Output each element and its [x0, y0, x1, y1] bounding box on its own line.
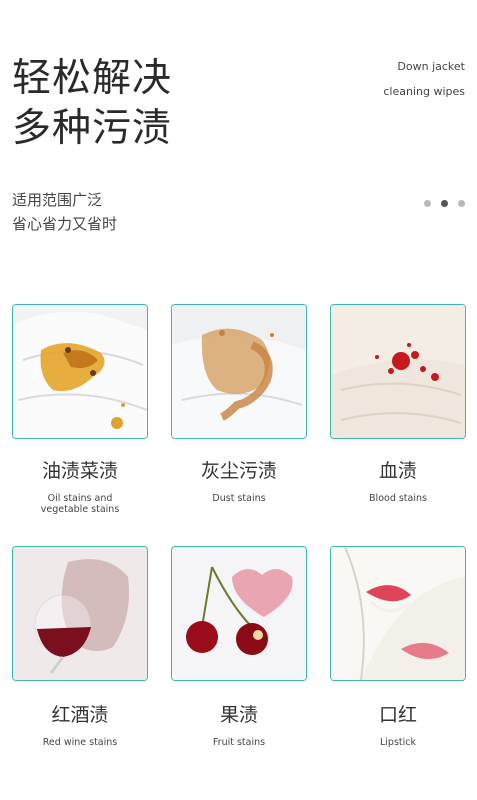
carousel-dot-1[interactable]	[424, 200, 431, 207]
lipstick-stain-image	[330, 546, 466, 681]
fruit-stain-image	[171, 546, 307, 681]
oil-stain-image	[12, 304, 148, 439]
stain-name-en: Fruit stains	[212, 737, 266, 748]
stain-label-dust: 灰尘污渍 Dust stains	[159, 459, 319, 504]
product-name-line-2: cleaning wipes	[383, 85, 465, 98]
title-line-1: 轻松解决	[12, 56, 173, 101]
page-title: 轻松解决 多种污渍	[12, 54, 172, 154]
stain-name-en: Lipstick	[379, 737, 416, 748]
stain-name-cn: 灰尘污渍	[200, 460, 277, 482]
stain-name-cn: 果渍	[219, 704, 258, 726]
stain-label-oil: 油渍菜渍 Oil stains and vegetable stains	[0, 459, 160, 515]
stain-label-red-wine: 红酒渍 Red wine stains	[0, 703, 160, 748]
stain-name-en: Dust stains	[212, 493, 266, 504]
stain-name-cn: 口红	[378, 704, 417, 726]
carousel-indicator	[424, 200, 465, 207]
stain-label-fruit: 果渍 Fruit stains	[159, 703, 319, 748]
stain-name-en-line-1: Oil stains and	[47, 493, 113, 504]
stain-name-en: Red wine stains	[42, 737, 118, 748]
stain-name-en: Blood stains	[369, 493, 427, 504]
product-name-en: Down jacket cleaning wipes	[383, 54, 465, 104]
stain-label-blood: 血渍 Blood stains	[318, 459, 477, 504]
subtitle-line-2: 省心省力又省时	[12, 215, 118, 233]
subtitle: 适用范围广泛 省心省力又省时	[12, 188, 117, 236]
stain-name-en-line-2: vegetable stains	[40, 504, 120, 515]
title-line-2: 多种污渍	[12, 106, 173, 151]
stain-name-cn: 红酒渍	[51, 704, 109, 726]
carousel-dot-3[interactable]	[458, 200, 465, 207]
stain-name-cn: 油渍菜渍	[41, 460, 118, 482]
dust-stain-image	[171, 304, 307, 439]
product-name-line-1: Down jacket	[397, 60, 465, 73]
red-wine-stain-image	[12, 546, 148, 681]
subtitle-line-1: 适用范围广泛	[12, 191, 103, 209]
carousel-dot-2-active[interactable]	[441, 200, 448, 207]
stain-name-en: Oil stains and vegetable stains	[0, 493, 160, 515]
stain-name-cn: 血渍	[378, 460, 417, 482]
blood-stain-image	[330, 304, 466, 439]
stain-label-lipstick: 口红 Lipstick	[318, 703, 477, 748]
